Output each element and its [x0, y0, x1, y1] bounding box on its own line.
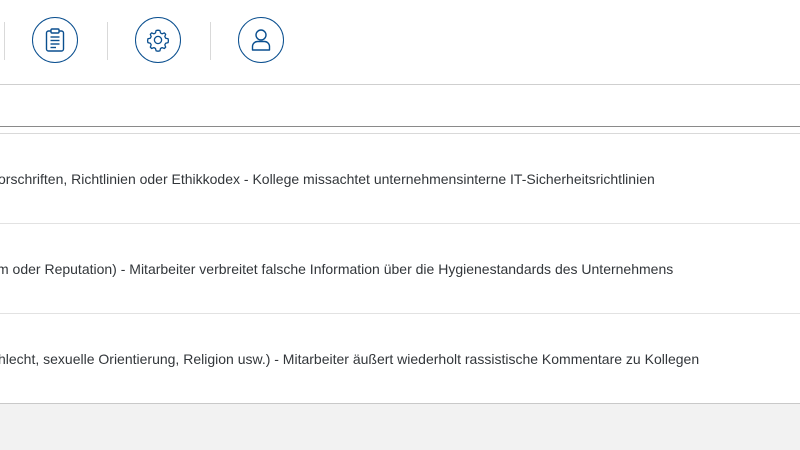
toolbar-divider [4, 22, 5, 60]
user-icon [251, 29, 271, 51]
user-button[interactable] [238, 17, 284, 63]
list-item-text: orschriften, Richtlinien oder Ethikkodex… [0, 170, 655, 187]
clipboard-button[interactable] [32, 17, 78, 63]
search-input[interactable] [0, 85, 800, 127]
list-item[interactable]: m oder Reputation) - Mitarbeiter verbrei… [0, 224, 800, 314]
top-toolbar [0, 0, 800, 84]
gear-icon [146, 29, 170, 52]
list-item-text: hlecht, sexuelle Orientierung, Religion … [0, 350, 700, 367]
list-item[interactable]: orschriften, Richtlinien oder Ethikkodex… [0, 134, 800, 224]
settings-button[interactable] [135, 17, 181, 63]
list-item[interactable]: hlecht, sexuelle Orientierung, Religion … [0, 314, 800, 404]
item-list: orschriften, Richtlinien oder Ethikkodex… [0, 133, 800, 404]
clipboard-icon [45, 28, 65, 52]
toolbar-divider [107, 22, 108, 60]
toolbar-divider [210, 22, 211, 60]
list-item-text: m oder Reputation) - Mitarbeiter verbrei… [0, 260, 674, 277]
